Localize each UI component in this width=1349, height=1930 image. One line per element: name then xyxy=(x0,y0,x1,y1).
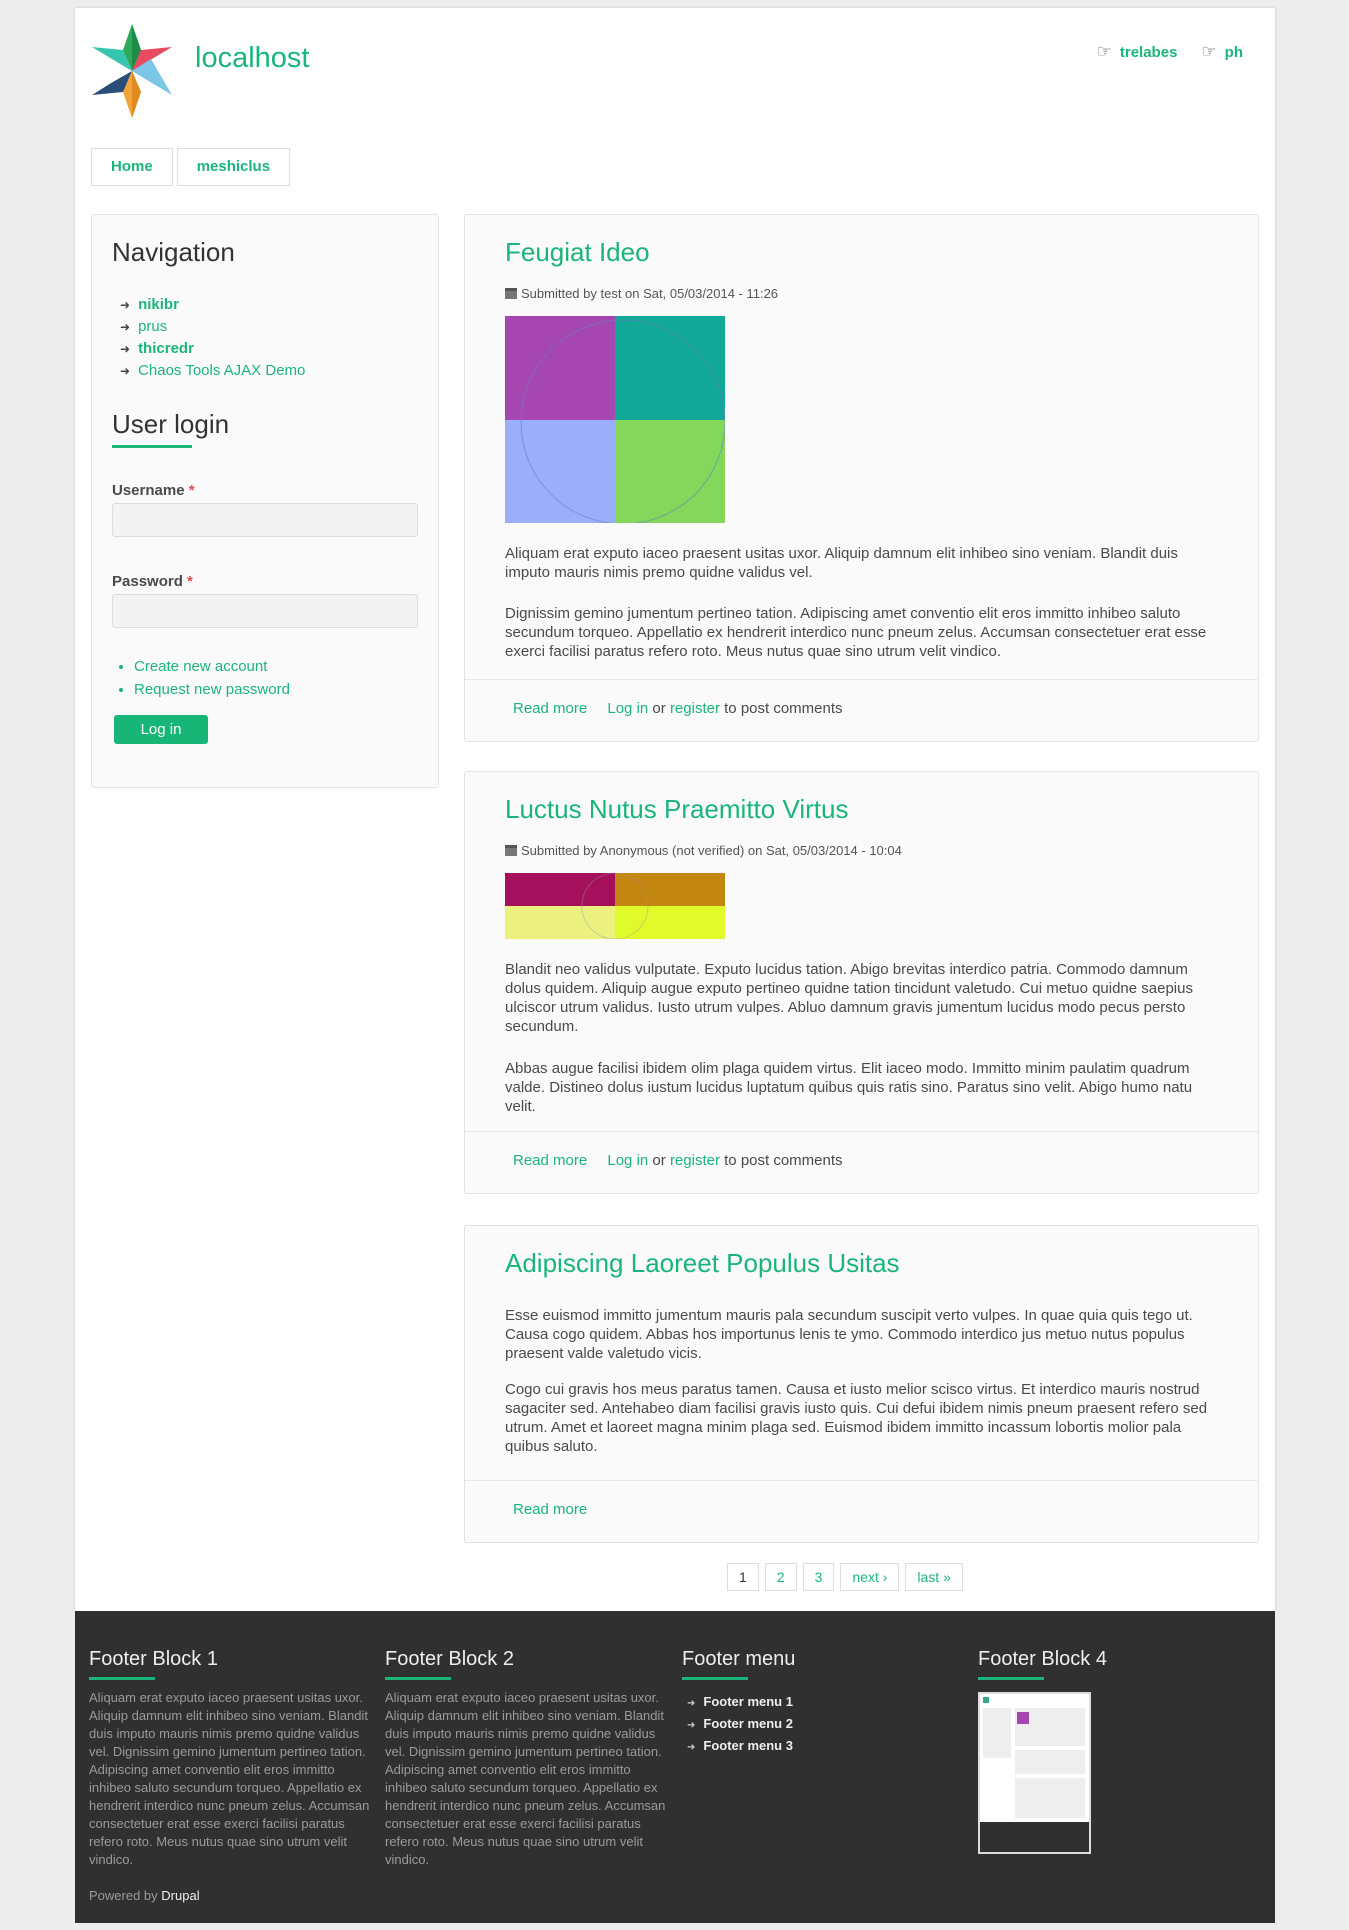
page-wrapper: localhost ☞ trelabes ☞ ph Home meshiclus… xyxy=(75,8,1275,1611)
read-more-link[interactable]: Read more xyxy=(513,700,587,717)
site-name[interactable]: localhost xyxy=(195,42,309,75)
nav-link[interactable]: nikibr xyxy=(138,296,179,313)
footer-block-title: Footer Block 4 xyxy=(978,1648,1107,1670)
secondary-menu-label[interactable]: trelabes xyxy=(1120,44,1178,61)
password-label: Password * xyxy=(112,573,193,590)
footer-menu-item[interactable]: ➜ Footer menu 1 xyxy=(687,1691,793,1713)
powered-by: Powered by Drupal xyxy=(89,1888,200,1903)
site-logo[interactable] xyxy=(91,24,173,118)
nav-item[interactable]: ➜ nikibr xyxy=(120,294,305,316)
password-input[interactable] xyxy=(112,594,418,628)
username-input[interactable] xyxy=(112,503,418,537)
secondary-menu-item[interactable]: ☞ trelabes xyxy=(1097,42,1178,62)
title-underline xyxy=(682,1677,748,1680)
user-login-title: User login xyxy=(112,409,230,439)
secondary-menu: ☞ trelabes ☞ ph xyxy=(1097,42,1243,62)
login-link[interactable]: Log in xyxy=(607,700,648,717)
article-teaser: Feugiat Ideo Submitted by test on Sat, 0… xyxy=(464,214,1259,742)
footer-block-title: Footer Block 1 xyxy=(89,1648,218,1670)
arrow-right-icon: ➜ xyxy=(120,342,131,356)
main-menu-home[interactable]: Home xyxy=(91,148,173,186)
navigation-list: ➜ nikibr ➜ prus ➜ thicredr ➜ Chaos Tools AJA… xyxy=(120,294,305,382)
article-body-paragraph: Esse euismod immitto jumentum mauris pal… xyxy=(505,1307,1193,1362)
article-body-paragraph: Cogo cui gravis hos meus paratus tamen. … xyxy=(505,1381,1208,1455)
footer-menu: ➜ Footer menu 1 ➜ Footer menu 2 ➜ Footer me… xyxy=(687,1691,793,1757)
article-title[interactable]: Luctus Nutus Praemitto Virtus xyxy=(505,794,848,825)
footer-menu-item[interactable]: ➜ Footer menu 2 xyxy=(687,1713,793,1735)
article-teaser: Adipiscing Laoreet Populus Usitas Esse e… xyxy=(464,1225,1259,1543)
footer-menu-item[interactable]: ➜ Footer menu 3 xyxy=(687,1735,793,1757)
post-comments-text: to post comments xyxy=(724,700,843,717)
pager-current: 1 xyxy=(727,1563,759,1591)
footer: Footer Block 1 Aliquam erat exputo iaceo… xyxy=(75,1611,1275,1923)
footer-block-text: Aliquam erat exputo iaceo praesent usita… xyxy=(89,1690,370,1867)
secondary-menu-label[interactable]: ph xyxy=(1225,44,1243,61)
username-label: Username * xyxy=(112,482,195,499)
register-link[interactable]: register xyxy=(670,700,720,717)
arrow-right-icon: ➜ xyxy=(120,320,131,334)
nav-item[interactable]: ➜ thicredr xyxy=(120,338,305,360)
title-underline xyxy=(385,1677,451,1680)
pager-last[interactable]: last » xyxy=(905,1563,963,1591)
article-body-paragraph: Abbas augue facilisi ibidem olim plaga q… xyxy=(505,1060,1193,1115)
pointing-hand-icon: ☞ xyxy=(1096,42,1112,61)
pager-item[interactable]: 2 xyxy=(764,1563,797,1591)
article-image[interactable] xyxy=(505,873,725,939)
title-underline xyxy=(89,1677,155,1680)
article-links: Read more Log in or register to post com… xyxy=(465,1131,1258,1190)
read-more-link[interactable]: Read more xyxy=(513,1152,587,1169)
post-comments-text: to post comments xyxy=(724,1152,843,1169)
main-menu: Home meshiclus xyxy=(91,148,291,186)
create-account-link[interactable]: Create new account xyxy=(134,655,290,678)
submitted-info: Submitted by Anonymous (not verified) on… xyxy=(505,843,902,858)
article-teaser: Luctus Nutus Praemitto Virtus Submitted … xyxy=(464,771,1259,1194)
nav-link[interactable]: thicredr xyxy=(138,340,194,357)
main-menu-meshiclus[interactable]: meshiclus xyxy=(176,148,291,186)
article-links: Read more xyxy=(465,1480,1258,1539)
article-title[interactable]: Feugiat Ideo xyxy=(505,237,650,268)
calendar-icon xyxy=(505,845,517,856)
pager-next[interactable]: next › xyxy=(840,1563,900,1591)
footer-block-title: Footer Block 2 xyxy=(385,1648,514,1670)
login-link[interactable]: Log in xyxy=(607,1152,648,1169)
or-text: or xyxy=(652,700,666,717)
request-password-link[interactable]: Request new password xyxy=(134,678,290,701)
footer-block-text: Aliquam erat exputo iaceo praesent usita… xyxy=(385,1690,666,1867)
login-links: Create new account Request new password xyxy=(114,655,290,701)
pager-item[interactable]: 3 xyxy=(802,1563,835,1591)
arrow-right-icon: ➜ xyxy=(687,1698,696,1709)
article-body-paragraph: Blandit neo validus vulputate. Exputo lu… xyxy=(505,961,1193,1035)
article-body-paragraph: Aliquam erat exputo iaceo praesent usita… xyxy=(505,545,1178,581)
arrow-right-icon: ➜ xyxy=(687,1720,696,1731)
register-link[interactable]: register xyxy=(670,1152,720,1169)
login-button[interactable]: Log in xyxy=(114,715,208,744)
arrow-right-icon: ➜ xyxy=(120,298,131,312)
nav-item[interactable]: ➜ Chaos Tools AJAX Demo xyxy=(120,360,305,382)
drupal-link[interactable]: Drupal xyxy=(161,1888,199,1903)
pointing-hand-icon: ☞ xyxy=(1201,42,1217,61)
arrow-right-icon: ➜ xyxy=(120,364,131,378)
footer-menu-title: Footer menu xyxy=(682,1648,796,1670)
pager: 1 2 3 next › last » xyxy=(727,1563,963,1591)
article-title[interactable]: Adipiscing Laoreet Populus Usitas xyxy=(505,1248,900,1279)
navigation-title: Navigation xyxy=(112,237,235,267)
arrow-right-icon: ➜ xyxy=(687,1742,696,1753)
secondary-menu-item[interactable]: ☞ ph xyxy=(1201,42,1243,62)
title-underline xyxy=(112,445,192,448)
calendar-icon xyxy=(505,288,517,299)
title-underline xyxy=(978,1677,1044,1680)
nav-link[interactable]: prus xyxy=(138,318,167,335)
submitted-info: Submitted by test on Sat, 05/03/2014 - 1… xyxy=(505,286,778,301)
or-text: or xyxy=(652,1152,666,1169)
article-body-paragraph: Dignissim gemino jumentum pertineo tatio… xyxy=(505,605,1207,660)
nav-link[interactable]: Chaos Tools AJAX Demo xyxy=(138,362,305,379)
read-more-link[interactable]: Read more xyxy=(513,1501,587,1518)
article-image[interactable] xyxy=(505,316,725,523)
sidebar: Navigation ➜ nikibr ➜ prus ➜ thicredr ➜ Chao… xyxy=(91,214,439,788)
nav-item[interactable]: ➜ prus xyxy=(120,316,305,338)
screenshot-thumbnail[interactable] xyxy=(978,1692,1091,1854)
article-links: Read more Log in or register to post com… xyxy=(465,679,1258,738)
